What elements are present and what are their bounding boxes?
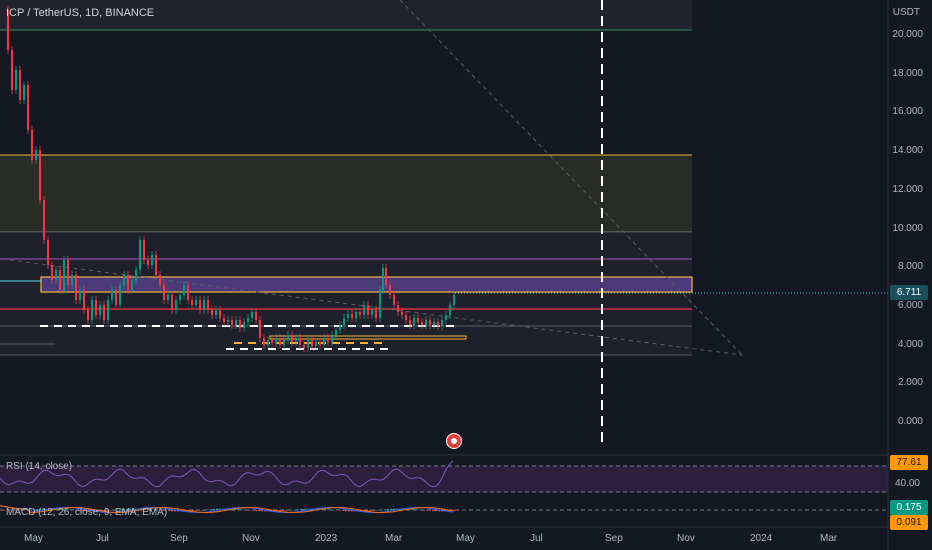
- current-price-badge: 6.711: [890, 285, 928, 300]
- price-tick-label: 2.000: [897, 377, 923, 389]
- macd-bar: [375, 510, 377, 511]
- macd-bar: [336, 510, 338, 511]
- macd-bar: [168, 510, 170, 511]
- price-tick-label: 4.000: [897, 338, 923, 350]
- macd-label[interactable]: MACD (12, 26, close, 9, EMA, EMA): [6, 507, 167, 518]
- time-tick-label: May: [456, 533, 475, 544]
- symbol-title[interactable]: ICP / TetherUS, 1D, BINANCE: [6, 7, 154, 19]
- macd-bar: [381, 509, 383, 511]
- price-tick-label: 0.000: [897, 416, 923, 427]
- rsi-band: [0, 466, 888, 492]
- macd-bar: [426, 510, 428, 511]
- macd-bar: [453, 510, 455, 512]
- time-tick-label: Mar: [385, 533, 403, 544]
- price-tick-label: 10.000: [892, 222, 923, 234]
- macd-bar: [255, 510, 257, 511]
- macd-bar: [372, 510, 374, 511]
- macd-bar: [3, 510, 5, 511]
- currency-label: USDT: [892, 7, 920, 18]
- time-tick-label: Sep: [170, 533, 188, 544]
- macd-bar: [414, 509, 416, 510]
- price-tick-label: 20.000: [892, 29, 923, 40]
- macd-value-badge: 0.175: [890, 500, 928, 515]
- macd-bar: [429, 510, 431, 511]
- macd-bar: [240, 509, 242, 510]
- macd-bar: [282, 510, 284, 511]
- macd-bar: [369, 510, 371, 511]
- macd-bar: [297, 509, 299, 510]
- rsi-level-label: 40.00: [894, 478, 920, 489]
- macd-bar: [294, 509, 296, 511]
- macd-bar: [303, 508, 305, 510]
- macd-bar: [285, 510, 287, 511]
- macd-bar: [378, 509, 380, 511]
- macd-bar: [249, 510, 251, 511]
- price-tick-label: 12.000: [892, 183, 923, 195]
- macd-bar: [420, 509, 422, 511]
- macd-bar: [252, 510, 254, 511]
- highlight-zone: [40, 276, 693, 293]
- time-tick-label: Mar: [820, 533, 838, 544]
- macd-bar: [390, 508, 392, 510]
- macd-bar: [213, 508, 215, 510]
- macd-bar: [435, 510, 437, 512]
- us-flag-icon[interactable]: [446, 433, 462, 449]
- macd-bar: [288, 510, 290, 511]
- macd-bar: [345, 510, 347, 512]
- macd-bar: [216, 508, 218, 510]
- macd-bar: [417, 509, 419, 511]
- macd-bar: [192, 510, 194, 511]
- macd-bar: [210, 509, 212, 510]
- macd-bar: [243, 509, 245, 511]
- macd-bar: [258, 510, 260, 512]
- supply-zone: [0, 155, 692, 232]
- macd-bar: [339, 510, 341, 511]
- macd-bar: [171, 510, 173, 512]
- time-tick-label: Nov: [242, 533, 260, 544]
- macd-bar: [423, 510, 425, 511]
- time-tick-label: 2024: [750, 533, 773, 544]
- macd-bar: [348, 510, 350, 512]
- time-tick-label: Nov: [677, 533, 695, 544]
- macd-bar: [291, 509, 293, 511]
- macd-bar: [300, 509, 302, 510]
- rsi-label[interactable]: RSI (14, close): [6, 461, 72, 472]
- chart-canvas[interactable]: [0, 0, 932, 550]
- macd-bar: [333, 509, 335, 511]
- range-box: [0, 232, 692, 355]
- macd-bar: [0, 510, 2, 511]
- macd-bar: [204, 509, 206, 511]
- macd-bar: [387, 509, 389, 510]
- macd-bar: [342, 510, 344, 511]
- price-tick-label: 14.000: [892, 145, 923, 157]
- macd-bar: [198, 510, 200, 511]
- signal-value-badge: 0.091: [890, 515, 928, 530]
- price-tick-label: 8.000: [897, 261, 923, 273]
- macd-bar: [384, 509, 386, 510]
- time-tick-label: Jul: [96, 533, 109, 544]
- time-tick-label: 2023: [315, 533, 338, 544]
- price-tick-label: 18.000: [892, 67, 923, 79]
- time-tick-label: Jul: [530, 533, 543, 544]
- time-tick-label: May: [24, 533, 43, 544]
- macd-bar: [432, 510, 434, 511]
- time-tick-label: Sep: [605, 533, 623, 544]
- macd-bar: [237, 509, 239, 510]
- macd-bar: [324, 509, 326, 510]
- macd-bar: [330, 509, 332, 511]
- macd-bar: [195, 510, 197, 511]
- macd-bar: [201, 510, 203, 511]
- macd-bar: [246, 510, 248, 511]
- macd-bar: [207, 509, 209, 510]
- price-tick-label: 16.000: [892, 106, 923, 118]
- rsi-value-badge: 77.61: [890, 455, 928, 470]
- macd-bar: [327, 509, 329, 510]
- price-tick-label: 6.000: [897, 299, 923, 311]
